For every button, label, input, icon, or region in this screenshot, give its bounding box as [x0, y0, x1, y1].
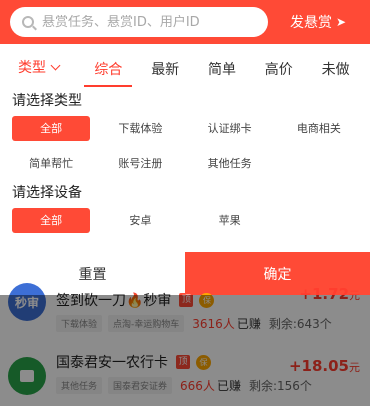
device-option-android[interactable]: 安卓	[101, 208, 180, 233]
device-options: 全部 安卓 苹果	[12, 208, 358, 233]
tab-simple[interactable]: 简单	[208, 47, 236, 87]
device-option-all[interactable]: 全部	[12, 208, 91, 233]
publish-bounty-button[interactable]: 发悬赏 ➤	[290, 12, 346, 32]
paper-plane-icon: ➤	[336, 15, 347, 29]
type-option-verify-card[interactable]: 认证绑卡	[190, 116, 269, 141]
type-dropdown-label: 类型	[18, 60, 46, 76]
type-dropdown[interactable]: 类型	[0, 57, 80, 77]
tab-not-done[interactable]: 未做	[322, 47, 350, 87]
type-section-title: 请选择类型	[12, 93, 82, 109]
filter-panel: 请选择类型 全部 下载体验 认证绑卡 电商相关 简单帮忙 账号注册 其他任务 请…	[0, 90, 370, 252]
top-bar: 发悬赏 ➤	[0, 0, 370, 44]
type-option-download[interactable]: 下载体验	[101, 116, 180, 141]
device-section-title: 请选择设备	[12, 185, 82, 201]
tab-high-price[interactable]: 高价	[265, 47, 293, 87]
type-option-simple-help[interactable]: 简单帮忙	[12, 151, 91, 176]
sort-tabs: 综合 最新 简单 高价 未做	[80, 47, 370, 87]
device-option-ios[interactable]: 苹果	[190, 208, 269, 233]
type-options: 全部 下载体验 认证绑卡 电商相关 简单帮忙 账号注册 其他任务	[12, 116, 358, 176]
type-option-all[interactable]: 全部	[12, 116, 91, 141]
tab-latest[interactable]: 最新	[151, 47, 179, 87]
filter-bar: 类型 综合 最新 简单 高价 未做	[0, 44, 370, 90]
type-option-other[interactable]: 其他任务	[190, 151, 269, 176]
publish-label: 发悬赏	[290, 15, 332, 31]
tab-comprehensive[interactable]: 综合	[84, 47, 133, 87]
search-input[interactable]	[42, 14, 252, 30]
type-option-ecommerce[interactable]: 电商相关	[279, 116, 358, 141]
chevron-down-icon	[50, 60, 61, 70]
modal-overlay[interactable]	[0, 295, 370, 406]
search-icon	[22, 16, 34, 28]
type-option-account-register[interactable]: 账号注册	[101, 151, 180, 176]
search-box[interactable]	[10, 7, 268, 37]
